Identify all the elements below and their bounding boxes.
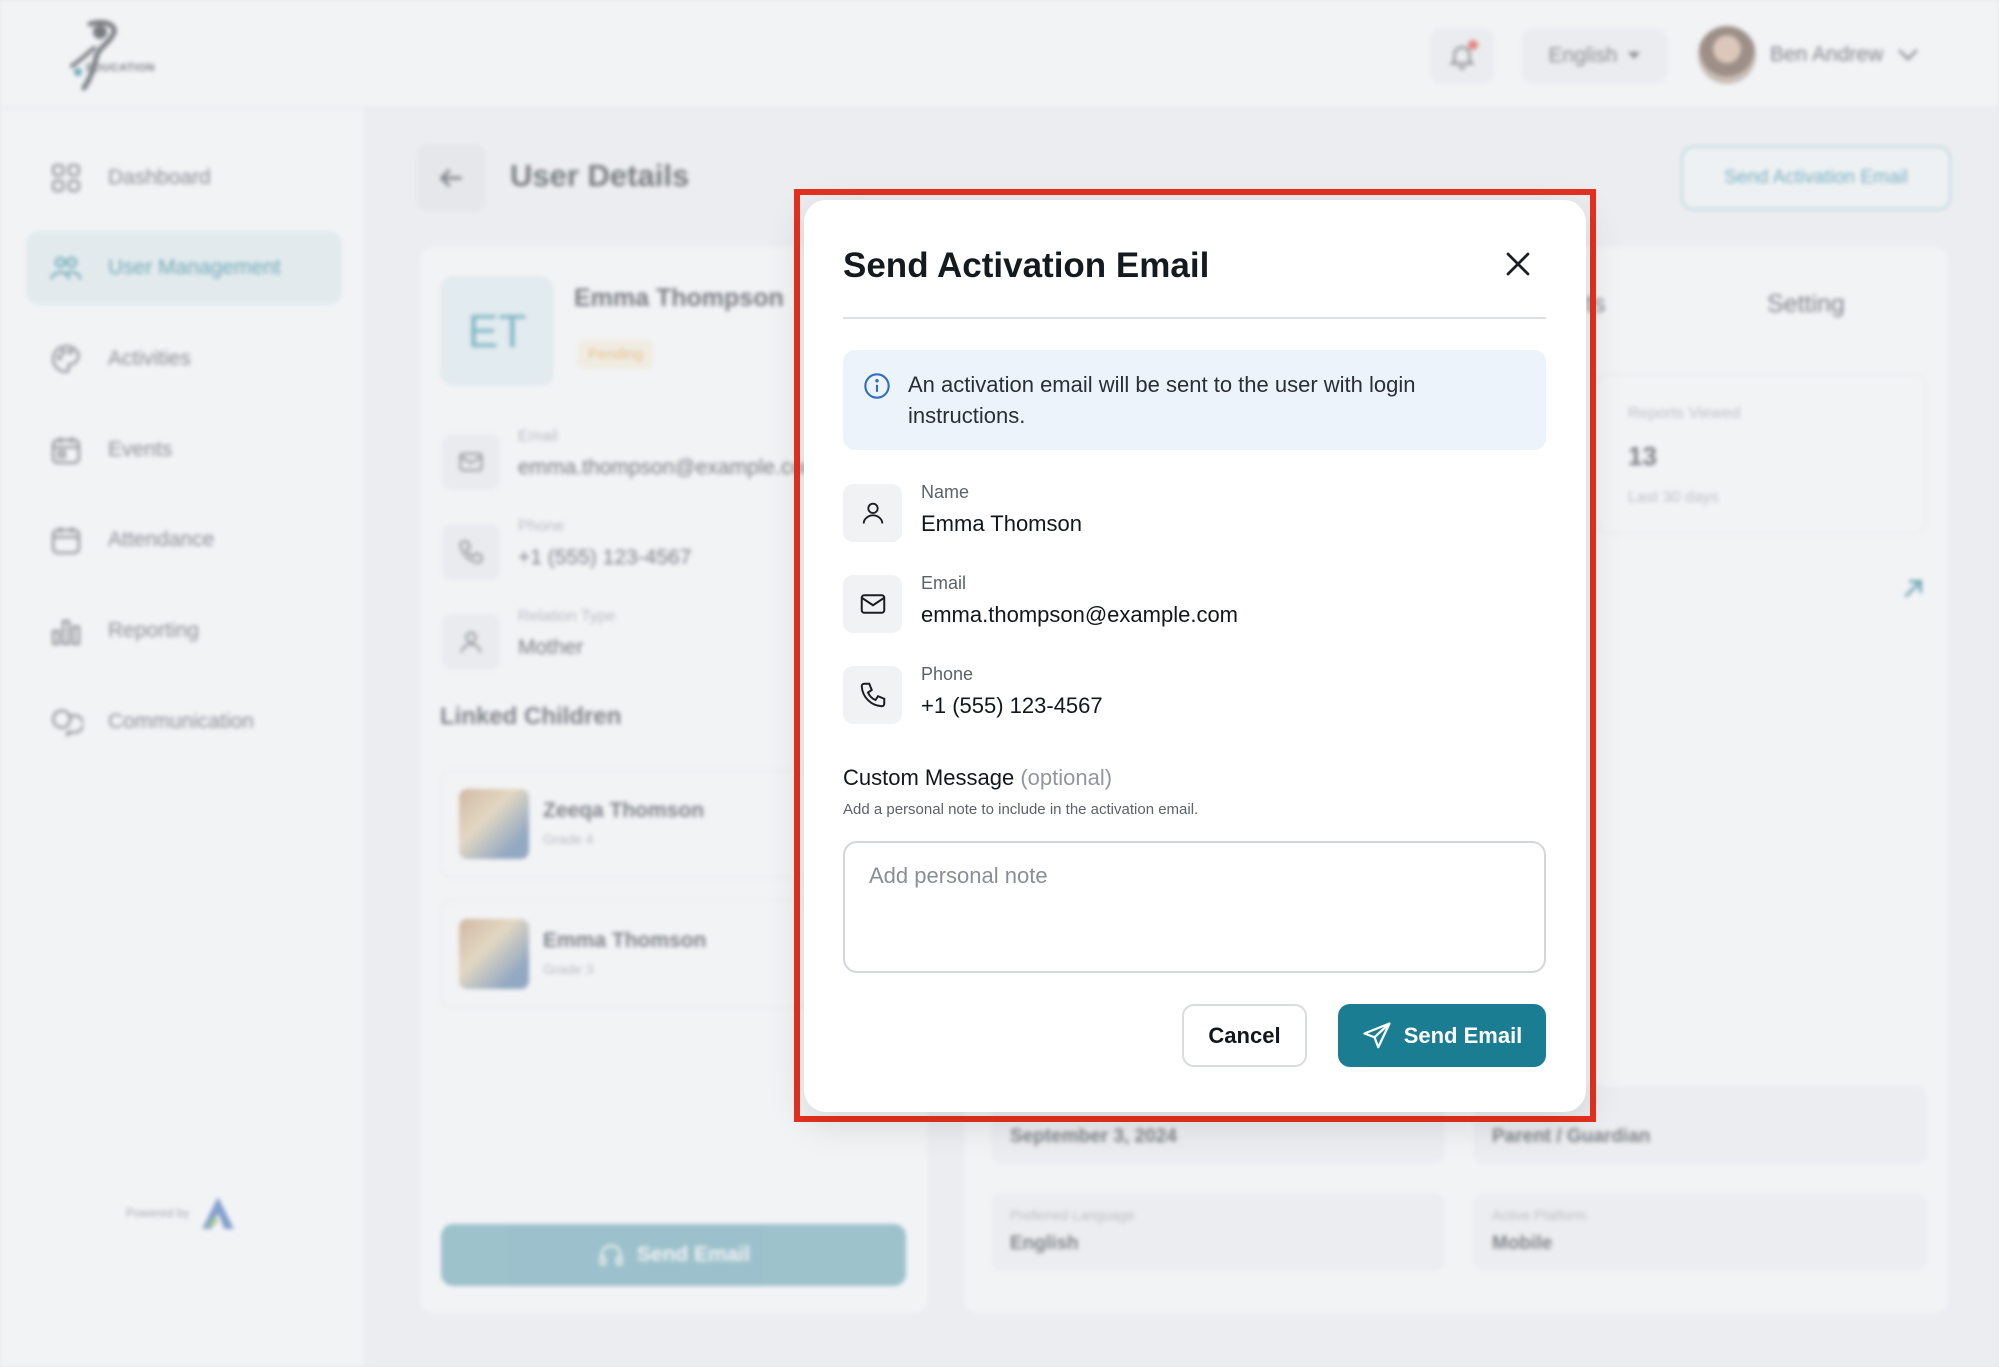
recipient-name-row: Name Emma Thomson bbox=[843, 482, 1546, 542]
phone-value: +1 (555) 123-4567 bbox=[921, 693, 1103, 718]
name-label: Name bbox=[921, 482, 970, 502]
cancel-button[interactable]: Cancel bbox=[1182, 1004, 1307, 1067]
phone-label: Phone bbox=[921, 664, 974, 684]
email-label: Email bbox=[921, 573, 967, 593]
info-text: An activation email will be sent to the … bbox=[908, 372, 1416, 428]
dialog-title: Send Activation Email bbox=[843, 246, 1210, 285]
recipient-phone-row: Phone +1 (555) 123-4567 bbox=[843, 664, 1546, 724]
phone-icon bbox=[843, 666, 902, 724]
dialog-divider bbox=[843, 317, 1546, 319]
custom-message-help: Add a personal note to include in the ac… bbox=[843, 801, 1199, 818]
mail-icon bbox=[843, 575, 902, 633]
recipient-email-row: Email emma.thompson@example.com bbox=[843, 573, 1546, 633]
close-icon bbox=[1506, 252, 1530, 276]
info-icon bbox=[864, 373, 890, 399]
custom-message-title: Custom Message bbox=[843, 765, 1015, 790]
close-button[interactable] bbox=[1496, 242, 1540, 286]
custom-message-label: Custom Message (optional) bbox=[843, 765, 1112, 791]
custom-message-optional: (optional) bbox=[1020, 765, 1113, 790]
personal-note-input[interactable] bbox=[843, 841, 1546, 973]
name-value: Emma Thomson bbox=[921, 511, 1082, 536]
send-email-label: Send Email bbox=[1403, 1022, 1523, 1048]
email-value: emma.thompson@example.com bbox=[921, 602, 1239, 627]
send-email-button[interactable]: Send Email bbox=[1338, 1004, 1546, 1067]
send-activation-email-dialog: Send Activation Email An activation emai… bbox=[804, 200, 1586, 1112]
send-icon bbox=[1363, 1021, 1391, 1048]
info-banner: An activation email will be sent to the … bbox=[843, 350, 1546, 450]
user-icon bbox=[843, 484, 902, 542]
